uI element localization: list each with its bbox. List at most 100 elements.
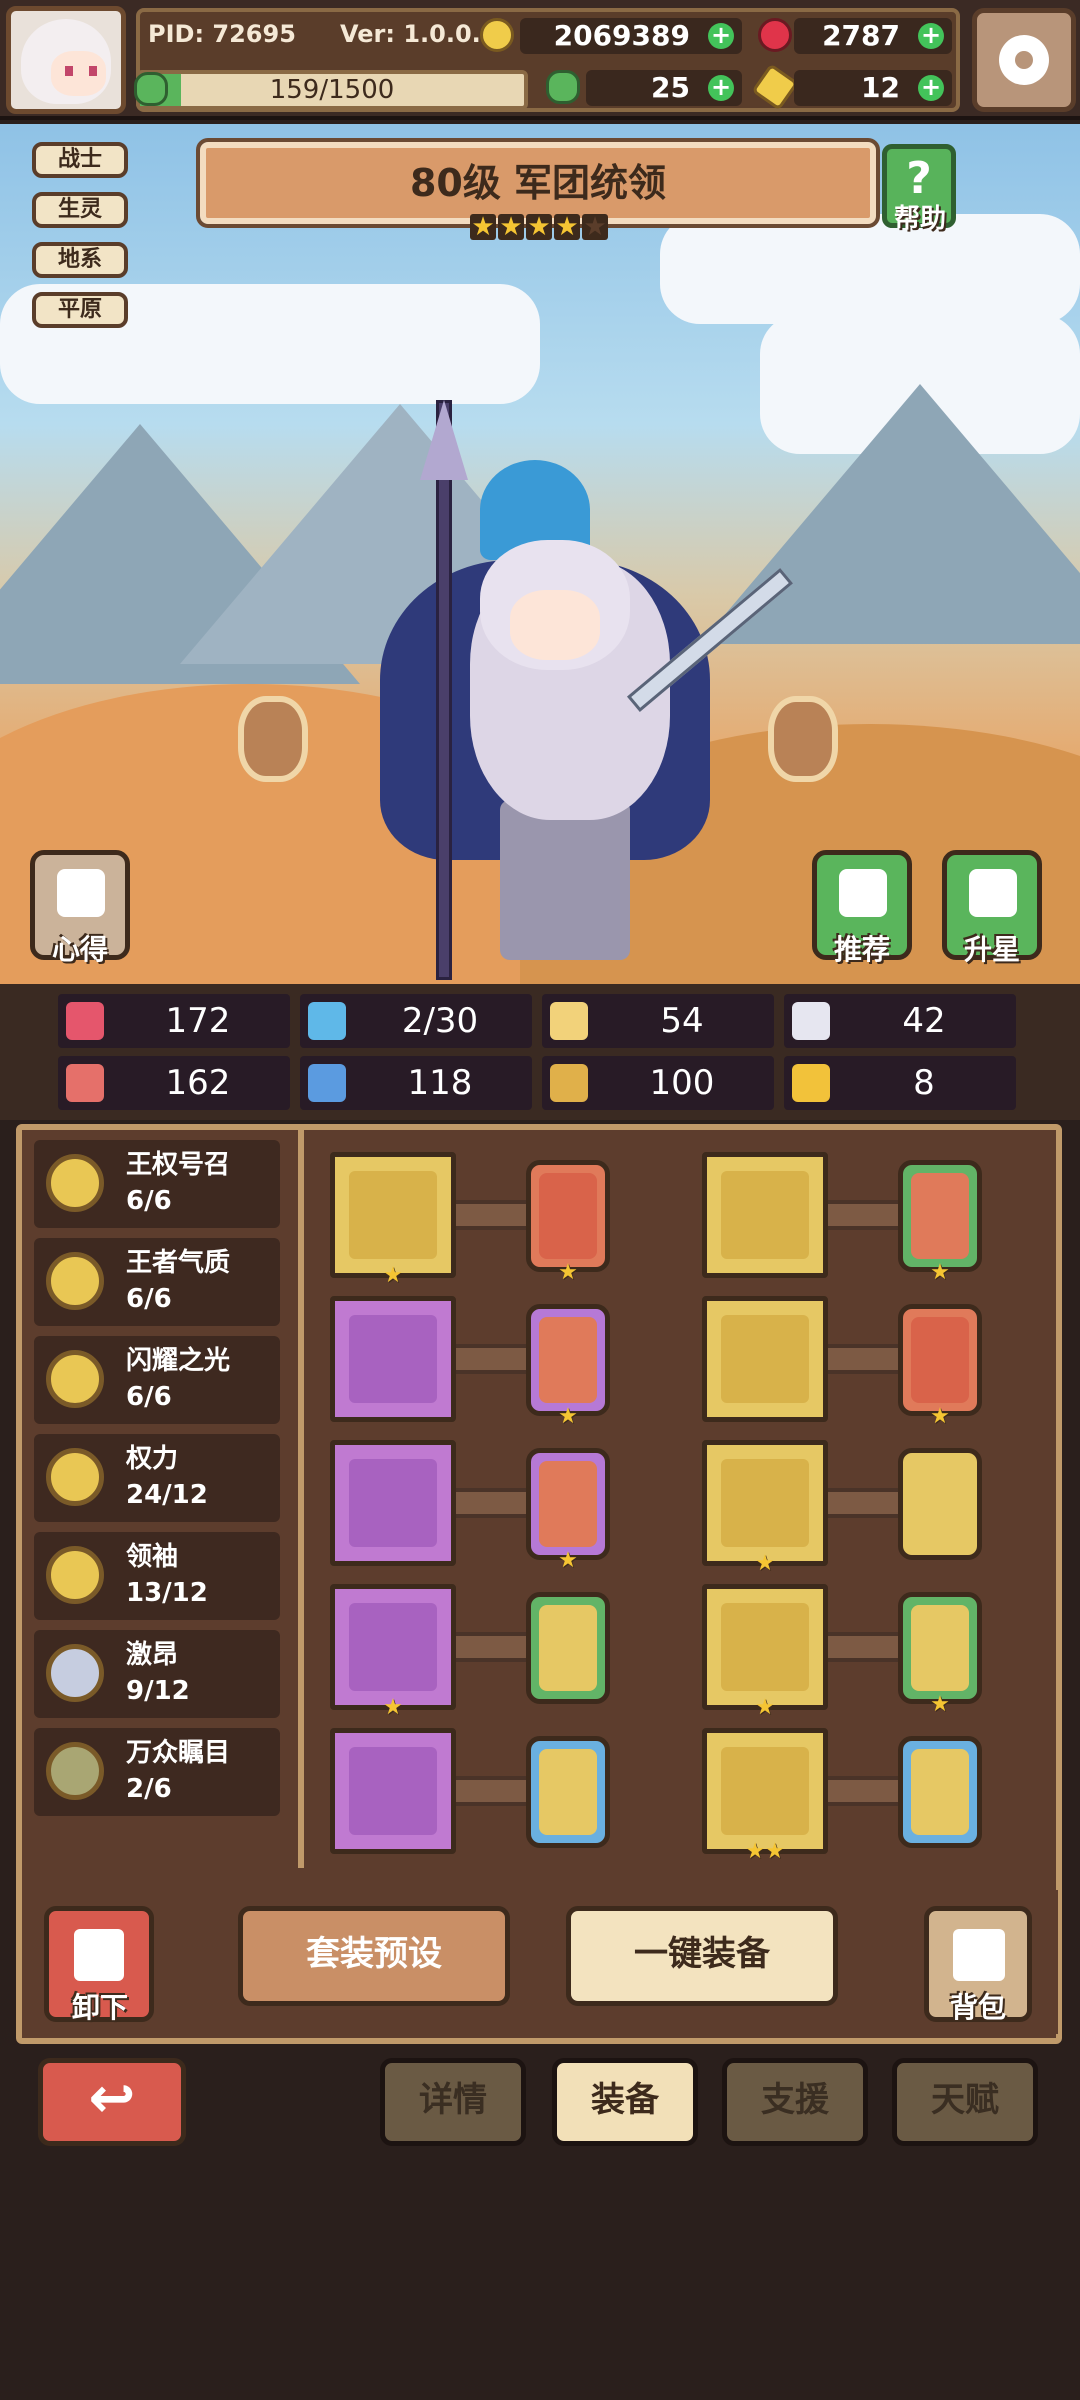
wing-icon [792,1002,830,1040]
equipment-slot[interactable]: ★★ [702,1728,828,1863]
rune-star-rating: ★ [930,1692,950,1717]
fist-icon [66,1064,104,1102]
equipment-slot[interactable] [702,1152,828,1278]
set-preset-button[interactable]: 套装预设 [238,1906,510,2006]
arrow-down-icon [74,1929,124,1981]
horseshoe-icon [792,1064,830,1102]
set-bonus-item[interactable]: 万众瞩目 2/6 [34,1728,280,1816]
set-count: 2/6 [126,1774,172,1804]
gold-value: 2069389 [553,19,690,52]
rune-card-slot[interactable] [898,1448,982,1560]
rune-card-slot[interactable]: ★ [898,1592,982,1717]
gold-counter: 2069389 + [520,18,742,54]
slot-connector [828,1200,898,1230]
tab-details[interactable]: 详情 [380,2058,526,2146]
rune-card-icon [539,1749,597,1835]
rune-card-slot[interactable]: ★ [526,1304,610,1429]
equipment-slot[interactable]: ★ [702,1584,828,1719]
set-bonus-item[interactable]: 王权号召 6/6 [34,1140,280,1228]
rune-card-icon [539,1461,597,1547]
set-bonus-item[interactable]: 领袖 13/12 [34,1532,280,1620]
next-hero-button[interactable] [768,696,838,782]
water-drop-icon [308,1002,346,1040]
version-label: Ver: 1.0.0.1 [340,20,498,48]
set-bonus-list: 王权号召 6/6 王者气质 6/6 闪耀之光 6/6 权力 24/12 领袖 13/12 激昂 9/1… [34,1140,280,1830]
stat-value: 54 [660,1001,704,1041]
tag-class: 战士 [32,142,128,178]
back-button[interactable]: ↩ [38,2058,186,2146]
slot-connector [828,1776,898,1806]
equipment-slot[interactable]: ★ [702,1440,828,1575]
equipment-slot[interactable] [330,1440,456,1566]
add-gold-button[interactable]: + [708,23,734,49]
tag-terrain: 平原 [32,292,128,328]
slot-connector [456,1344,526,1374]
insight-label: 心得 [51,933,108,966]
thumbs-up-icon [839,869,887,917]
rune-card-slot[interactable] [898,1736,982,1848]
rune-card-slot[interactable]: ★ [898,1160,982,1285]
set-count: 13/12 [126,1578,208,1608]
rune-card-slot[interactable]: ★ [898,1304,982,1429]
prev-hero-button[interactable] [238,696,308,782]
shield-icon [550,1002,588,1040]
hero-spear [436,400,452,980]
rune-card-icon [539,1317,597,1403]
star-icon: ★ [498,212,524,242]
star-icon: ★ [526,212,552,242]
ring-icon [349,1747,437,1835]
tab-equipment[interactable]: 装备 [552,2058,698,2146]
panel-divider [298,1128,304,1868]
equipment-slot[interactable] [702,1296,828,1422]
set-coin-icon [46,1350,104,1408]
rune-star-rating: ★ [558,1260,578,1285]
settings-button[interactable] [972,8,1076,112]
necklace-icon [349,1459,437,1547]
tab-talent[interactable]: 天赋 [892,2058,1038,2146]
add-clover-button[interactable]: + [708,75,734,101]
stat-value: 42 [902,1001,946,1041]
hero-star-rating: ★ ★ ★ ★ ★ [470,214,608,240]
backpack-label: 背包 [949,1991,1006,2024]
stat-attack: 162 [58,1056,290,1110]
equipment-slot[interactable]: ★ [330,1152,456,1287]
equipment-slot[interactable] [330,1728,456,1854]
rune-card-slot[interactable]: ★ [526,1448,610,1573]
tab-support[interactable]: 支援 [722,2058,868,2146]
auto-equip-button[interactable]: 一键装备 [566,1906,838,2006]
tag-element: 地系 [32,242,128,278]
equipment-slot[interactable]: ★ [330,1584,456,1719]
avatar-eye [89,66,97,76]
set-bonus-item[interactable]: 激昂 9/12 [34,1630,280,1718]
set-coin-icon [46,1644,104,1702]
unequip-label: 卸下 [71,1991,128,2024]
set-name: 权力 [126,1444,179,1474]
player-avatar[interactable] [6,6,126,114]
stat-speed: 42 [784,994,1016,1048]
set-name: 激昂 [126,1640,179,1670]
rune-card-slot[interactable]: ★ [526,1160,610,1285]
set-bonus-item[interactable]: 闪耀之光 6/6 [34,1336,280,1424]
amulet-icon [349,1315,437,1403]
recommend-label: 推荐 [833,933,890,966]
stat-luck: 8 [784,1056,1016,1110]
clover-badge-icon [134,72,168,106]
rune-card-slot[interactable] [526,1592,610,1704]
set-count: 6/6 [126,1382,172,1412]
rune-card-slot[interactable] [526,1736,610,1848]
rune-card-icon [911,1317,969,1403]
boots-icon [721,1747,809,1835]
avatar-eye [65,66,73,76]
set-bonus-item[interactable]: 王者气质 6/6 [34,1238,280,1326]
gem-value: 2787 [822,19,900,52]
star-icon: ★ [554,212,580,242]
help-label: 帮助 [893,204,946,234]
set-bonus-item[interactable]: 权力 24/12 [34,1434,280,1522]
gear-icon-center [1015,51,1033,69]
add-gem-button[interactable]: + [918,23,944,49]
equipment-star-rating: ★ [755,1695,775,1720]
tag-race: 生灵 [32,192,128,228]
rune-card-icon [539,1605,597,1691]
add-key-button[interactable]: + [918,75,944,101]
equipment-slot[interactable] [330,1296,456,1422]
